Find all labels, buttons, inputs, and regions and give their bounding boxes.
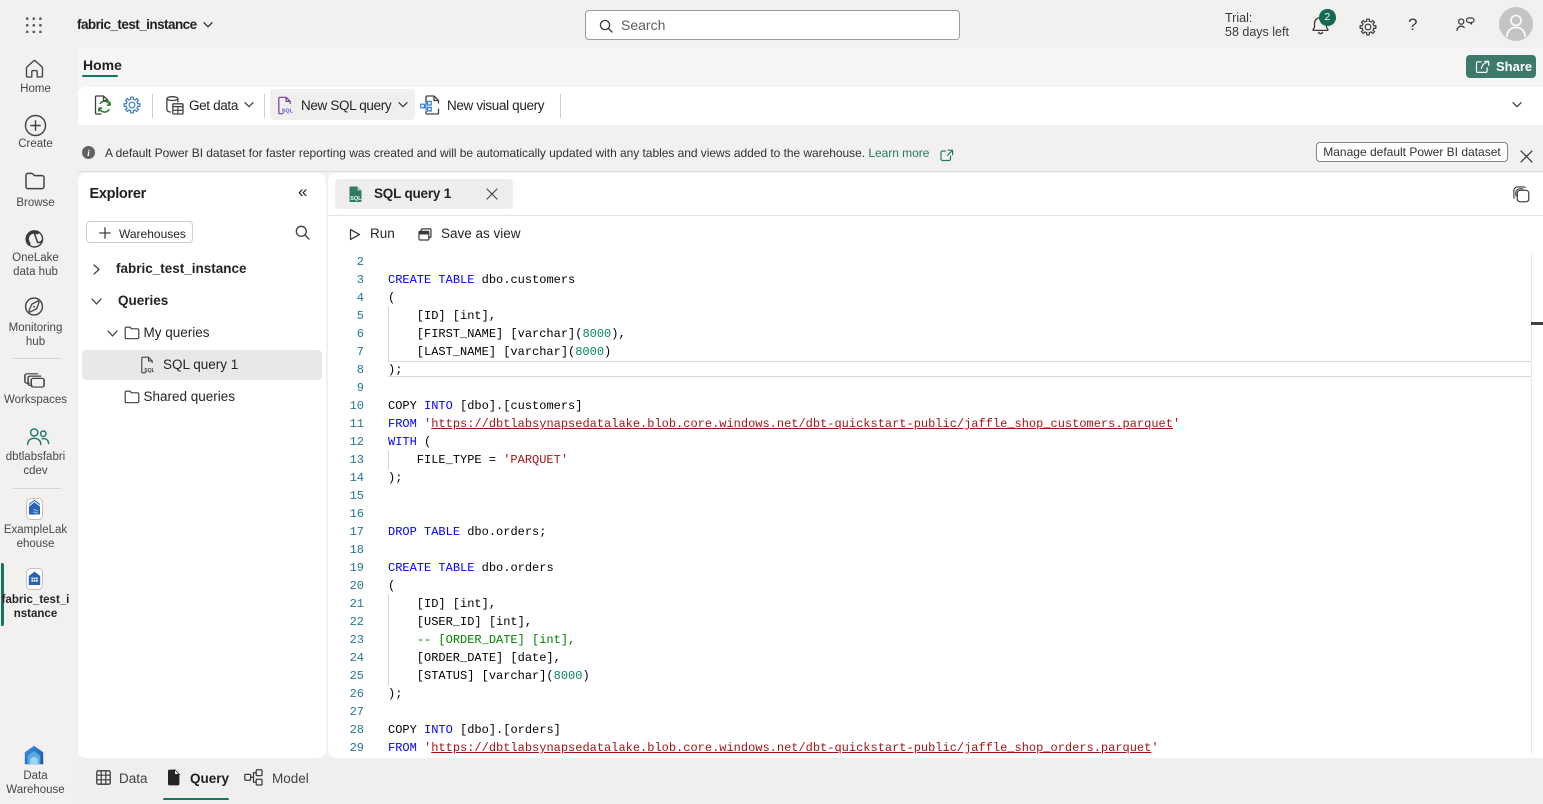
svg-text:SQL: SQL (144, 368, 154, 374)
svg-text:SQL: SQL (350, 196, 362, 202)
svg-text:SQL: SQL (282, 108, 293, 114)
